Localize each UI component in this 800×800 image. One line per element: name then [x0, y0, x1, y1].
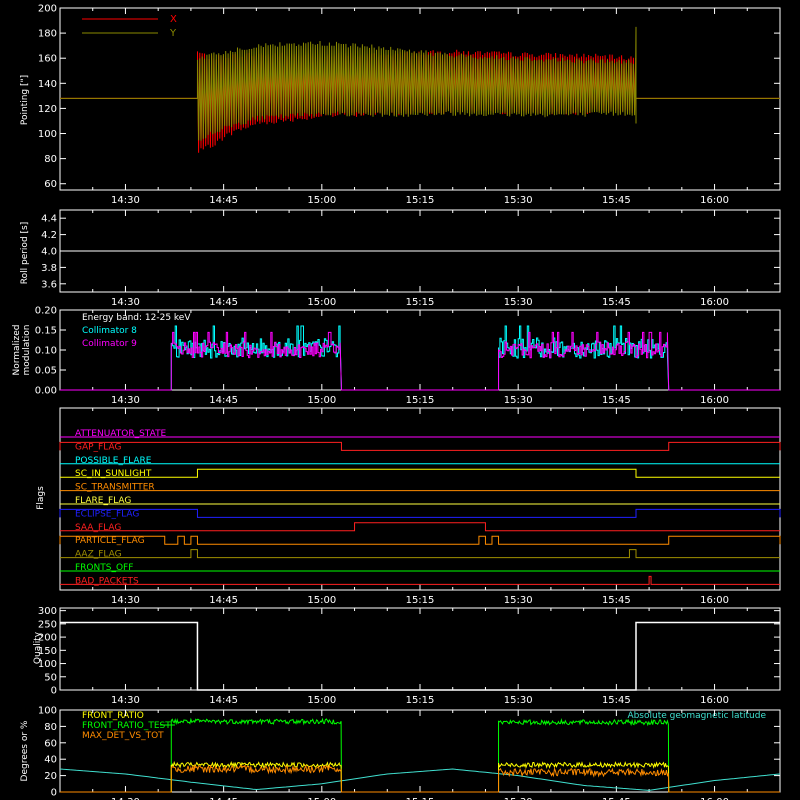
- roll-xtick-label: 15:00: [307, 297, 336, 308]
- ratios-ytick-label: 40: [44, 755, 57, 766]
- ratios-legend-front-ratio: FRONT_RATIO: [82, 711, 144, 721]
- ratios-ytick-label: 0: [51, 788, 57, 799]
- modulation-ytick-label: 0.00: [35, 386, 57, 397]
- modulation-xtick-label: 14:45: [209, 395, 238, 406]
- ratios-ytick-label: 20: [44, 771, 57, 782]
- ratios-ytick-label: 100: [38, 706, 57, 717]
- ratios-legend-geomagnetic: Absolute geomagnetic latitude: [627, 711, 766, 721]
- modulation-ylabel-1: Normalized: [12, 324, 22, 375]
- roll-ylabel: Roll period [s]: [20, 222, 30, 284]
- quality-ytick-label: 300: [38, 606, 57, 617]
- modulation-ytick-label: 0.20: [35, 306, 57, 317]
- roll-xtick-label: 15:30: [504, 297, 533, 308]
- ratios-ylabel: Degrees or %: [20, 720, 30, 781]
- roll-ytick-label: 4.0: [41, 247, 57, 258]
- pointing-xtick-label: 15:15: [406, 195, 435, 206]
- modulation-xtick-label: 16:00: [700, 395, 729, 406]
- roll-ytick-label: 4.4: [41, 214, 57, 225]
- quality-xtick-label: 16:00: [700, 695, 729, 706]
- flag-label-eclipse-flag: ECLIPSE_FLAG: [75, 509, 139, 519]
- pointing-ytick-label: 60: [44, 179, 57, 190]
- pointing-ytick-label: 80: [44, 154, 57, 165]
- quality-ytick-label: 0: [51, 686, 57, 697]
- pointing-xtick-label: 14:45: [209, 195, 238, 206]
- pointing-ytick-label: 180: [38, 29, 57, 40]
- quality-ytick-label: 50: [44, 672, 57, 683]
- modulation-ytick-label: 0.10: [35, 346, 57, 357]
- roll-panel: Roll period [s]: [20, 222, 30, 284]
- flags-ylabel: Flags: [36, 486, 46, 510]
- modulation-xtick-label: 14:30: [111, 395, 140, 406]
- rhessi-quicklook-plot: Pointing ["] X Y Roll period [s] Normali…: [0, 0, 800, 800]
- pointing-ytick-label: 160: [38, 54, 57, 65]
- modulation-xtick-label: 15:45: [602, 395, 631, 406]
- flags-xtick-label: 15:15: [406, 595, 435, 606]
- ratios-ytick-label: 60: [44, 738, 57, 749]
- pointing-xtick-label: 15:00: [307, 195, 336, 206]
- roll-xtick-label: 15:45: [602, 297, 631, 308]
- ratios-legend-front-ratio-test: FRONT_RATIO_TEST: [82, 721, 171, 731]
- quality-xtick-label: 15:15: [406, 695, 435, 706]
- quality-ytick-label: 100: [38, 659, 57, 670]
- roll-ytick-label: 4.2: [41, 230, 57, 241]
- ratios-legend-max-det: MAX_DET_VS_TOT: [82, 731, 164, 741]
- flags-xtick-label: 14:45: [209, 595, 238, 606]
- quality-ytick-label: 150: [38, 646, 57, 657]
- quality-xtick-label: 14:30: [111, 695, 140, 706]
- pointing-legend-y-label: Y: [169, 28, 177, 39]
- flags-xtick-label: 15:00: [307, 595, 336, 606]
- flags-panel: Flags: [36, 486, 46, 510]
- roll-xtick-label: 15:15: [406, 297, 435, 308]
- flag-label-particle-flag: PARTICLE_FLAG: [75, 536, 145, 546]
- pointing-ytick-label: 200: [38, 4, 57, 15]
- quality-xtick-label: 15:00: [307, 695, 336, 706]
- pointing-ytick-label: 120: [38, 104, 57, 115]
- quality-ytick-label: 200: [38, 633, 57, 644]
- flags-xtick-label: 14:30: [111, 595, 140, 606]
- pointing-xtick-label: 14:30: [111, 195, 140, 206]
- pointing-ylabel: Pointing ["]: [20, 75, 30, 125]
- roll-xtick-label: 14:45: [209, 297, 238, 308]
- ratios-ytick-label: 80: [44, 722, 57, 733]
- flags-xtick-label: 16:00: [700, 595, 729, 606]
- pointing-xtick-label: 15:30: [504, 195, 533, 206]
- quality-xtick-label: 15:45: [602, 695, 631, 706]
- modulation-ytick-label: 0.05: [35, 366, 57, 377]
- roll-xtick-label: 14:30: [111, 297, 140, 308]
- quality-ytick-label: 250: [38, 619, 57, 630]
- modulation-annotation: Energy band: 12-25 keV: [82, 313, 191, 323]
- pointing-legend-x-label: X: [170, 14, 177, 25]
- roll-ytick-label: 3.8: [41, 263, 57, 274]
- pointing-ytick-label: 140: [38, 79, 57, 90]
- roll-xtick-label: 16:00: [700, 297, 729, 308]
- flag-label-gap-flag: GAP_FLAG: [75, 442, 121, 452]
- quality-xtick-label: 15:30: [504, 695, 533, 706]
- modulation-xtick-label: 15:30: [504, 395, 533, 406]
- modulation-ytick-label: 0.15: [35, 326, 57, 337]
- roll-ytick-label: 3.6: [41, 279, 57, 290]
- modulation-legend-collimator9: Collimator 9: [82, 339, 137, 349]
- pointing-xtick-label: 15:45: [602, 195, 631, 206]
- quality-xtick-label: 14:45: [209, 695, 238, 706]
- flags-xtick-label: 15:45: [602, 595, 631, 606]
- modulation-xtick-label: 15:15: [406, 395, 435, 406]
- modulation-xtick-label: 15:00: [307, 395, 336, 406]
- pointing-ytick-label: 100: [38, 129, 57, 140]
- pointing-xtick-label: 16:00: [700, 195, 729, 206]
- flags-xtick-label: 15:30: [504, 595, 533, 606]
- modulation-legend-collimator8: Collimator 8: [82, 326, 137, 336]
- modulation-ylabel-2: modulation: [22, 325, 32, 376]
